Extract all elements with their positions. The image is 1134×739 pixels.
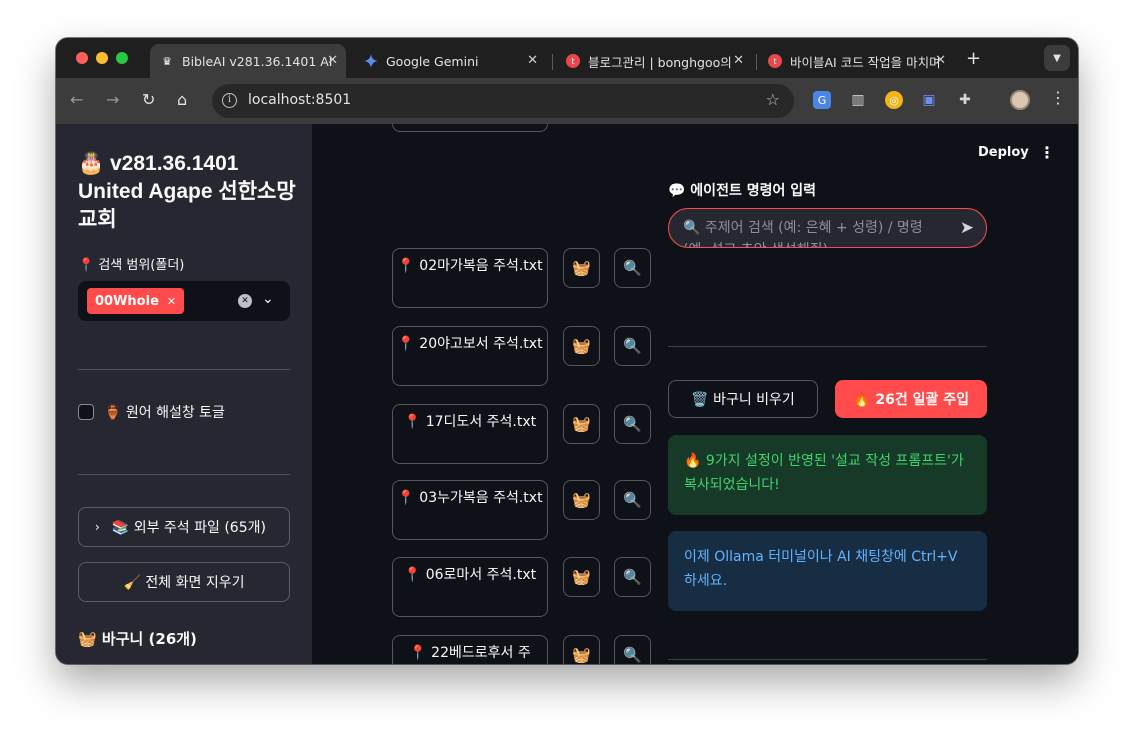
search-file-button[interactable]: 🔍 <box>614 480 651 520</box>
browser-menu-icon[interactable]: ⋮ <box>1050 88 1066 107</box>
extension-doc-icon[interactable]: ▣ <box>920 91 938 109</box>
chevron-right-icon: › <box>95 520 100 534</box>
tab-search-chevron-icon[interactable]: ▼ <box>1044 45 1070 71</box>
add-to-basket-button[interactable]: 🧺 <box>563 557 600 597</box>
search-file-button[interactable]: 🔍 <box>614 404 651 444</box>
scope-label: 📍 검색 범위(폴더) <box>78 258 185 273</box>
divider <box>668 659 987 660</box>
search-file-button[interactable]: 🔍 <box>614 326 651 366</box>
google-translate-icon[interactable]: G <box>813 91 831 109</box>
home-icon[interactable]: ⌂ <box>177 90 187 109</box>
url-text: localhost:8501 <box>248 92 352 108</box>
close-tab-icon[interactable]: ✕ <box>327 53 338 68</box>
deploy-button[interactable]: Deploy <box>978 145 1029 160</box>
bulk-inject-button[interactable]: 🔥 26건 일괄 주입 <box>835 380 987 418</box>
empty-basket-button[interactable]: 🗑️ 바구니 비우기 <box>668 380 818 418</box>
add-to-basket-button[interactable]: 🧺 <box>563 326 600 366</box>
clear-screen-button[interactable]: 🧹 전체 화면 지우기 <box>78 562 290 602</box>
add-to-basket-button[interactable]: 🧺 <box>563 480 600 520</box>
close-window-button[interactable] <box>76 52 88 64</box>
remove-chip-icon[interactable]: ✕ <box>167 295 176 308</box>
extensions-puzzle-icon[interactable]: ✚ <box>956 91 974 109</box>
basket-header: 🧺 바구니 (26개) <box>78 630 197 648</box>
reading-list-icon[interactable]: ▥ <box>849 91 867 109</box>
sidebar: 🎂 v281.36.1401 United Agape 선한소망교회 📍 검색 … <box>56 124 312 664</box>
tab-gemini[interactable]: Google Gemini ✕ <box>354 44 546 78</box>
tab-bibleai[interactable]: ♛ BibleAI v281.36.1401 AI ✕ <box>150 44 346 78</box>
tab-separator <box>552 54 553 70</box>
external-files-expander[interactable]: › 📚 외부 주석 파일 (65개) <box>78 507 290 547</box>
bookmark-star-icon[interactable]: ☆ <box>766 90 780 109</box>
main-menu-icon[interactable]: ⋮ <box>1039 143 1055 162</box>
scope-multiselect[interactable]: 00Whole ✕ ✕ ⌄ <box>78 281 290 321</box>
close-tab-icon[interactable]: ✕ <box>733 53 744 68</box>
profile-avatar[interactable] <box>1010 90 1030 110</box>
tab-title: Google Gemini <box>386 53 479 69</box>
streamlit-app: 🎂 v281.36.1401 United Agape 선한소망교회 📍 검색 … <box>56 124 1078 664</box>
file-button[interactable]: 📍 20야고보서 주석.txt <box>392 326 548 386</box>
site-info-icon[interactable]: i <box>222 93 237 108</box>
forward-arrow-icon[interactable]: → <box>106 90 119 109</box>
tab-strip: ♛ BibleAI v281.36.1401 AI ✕ Google Gemin… <box>56 38 1078 78</box>
app-title: 🎂 v281.36.1401 United Agape 선한소망교회 <box>78 152 296 231</box>
tab-title: 바이블AI 코드 작업을 마치며 <box>790 54 941 70</box>
close-tab-icon[interactable]: ✕ <box>527 53 538 68</box>
scope-chip[interactable]: 00Whole ✕ <box>87 288 185 314</box>
tab-title: 블로그관리 | bonghgoo의 <box>588 54 732 70</box>
divider <box>78 369 290 370</box>
close-tab-icon[interactable]: ✕ <box>935 53 946 68</box>
file-button-partial[interactable] <box>392 124 548 132</box>
address-bar[interactable]: i localhost:8501 ☆ <box>212 84 794 118</box>
chevron-down-icon[interactable]: ⌄ <box>262 291 274 307</box>
add-to-basket-button[interactable]: 🧺 <box>563 635 600 664</box>
tab-bibleai-post[interactable]: t 바이블AI 코드 작업을 마치며 ✕ <box>758 44 954 78</box>
new-tab-button[interactable]: + <box>966 48 981 69</box>
file-button[interactable]: 📍 02마가복음 주석.txt <box>392 248 548 308</box>
original-language-label: 🏺 원어 해설창 토글 <box>104 405 225 421</box>
send-icon[interactable]: ➤ <box>960 218 974 238</box>
external-files-label: 📚 외부 주석 파일 (65개) <box>111 520 266 536</box>
maximize-window-button[interactable] <box>116 52 128 64</box>
crown-icon: ♛ <box>162 54 172 68</box>
original-language-checkbox[interactable] <box>78 404 94 420</box>
main-area: Deploy ⋮ 📍 02마가복음 주석.txt 🧺 🔍 📍 20야고보서 주석… <box>312 124 1078 664</box>
agent-command-input[interactable]: 🔍 주제어 검색 (예: 은혜 + 성령) / 명령 (예: 설교 초안 생성해… <box>668 208 987 248</box>
tab-title: BibleAI v281.36.1401 AI <box>182 53 333 69</box>
search-file-button[interactable]: 🔍 <box>614 557 651 597</box>
back-arrow-icon[interactable]: ← <box>70 90 83 109</box>
file-button[interactable]: 📍 03누가복음 주석.txt <box>392 480 548 540</box>
add-to-basket-button[interactable]: 🧺 <box>563 404 600 444</box>
browser-toolbar: ← → ↻ ⌂ i localhost:8501 ☆ G ▥ ◎ ▣ ✚ ⋮ <box>56 78 1078 124</box>
reload-icon[interactable]: ↻ <box>142 90 155 109</box>
scope-chip-label: 00Whole <box>95 293 159 309</box>
tab-separator <box>756 54 757 70</box>
file-button[interactable]: 📍 17디도서 주석.txt <box>392 404 548 464</box>
tistory-icon: t <box>566 54 580 68</box>
divider <box>668 346 987 347</box>
gemini-sparkle-icon <box>364 54 378 68</box>
tistory-icon: t <box>768 54 782 68</box>
success-alert: 🔥 9가지 설정이 반영된 '설교 작성 프롬프트'가 복사되었습니다! <box>668 435 987 515</box>
minimize-window-button[interactable] <box>96 52 108 64</box>
agent-input-placeholder: 🔍 주제어 검색 (예: 은혜 + 성령) / 명령 (예: 설교 초안 생성해… <box>683 220 923 247</box>
file-button[interactable]: 📍 22베드로후서 주석.txt <box>392 635 548 664</box>
search-file-button[interactable]: 🔍 <box>614 635 651 664</box>
extension-compass-icon[interactable]: ◎ <box>885 91 903 109</box>
info-alert: 이제 Ollama 터미널이나 AI 채팅창에 Ctrl+V 하세요. <box>668 531 987 611</box>
add-to-basket-button[interactable]: 🧺 <box>563 248 600 288</box>
agent-label: 💬 에이전트 명령어 입력 <box>668 183 816 199</box>
search-file-button[interactable]: 🔍 <box>614 248 651 288</box>
browser-window: ♛ BibleAI v281.36.1401 AI ✕ Google Gemin… <box>56 38 1078 664</box>
file-button[interactable]: 📍 06로마서 주석.txt <box>392 557 548 617</box>
divider <box>78 474 290 475</box>
tab-blog-admin[interactable]: t 블로그관리 | bonghgoo의 ✕ <box>556 44 752 78</box>
clear-selection-icon[interactable]: ✕ <box>238 294 252 308</box>
